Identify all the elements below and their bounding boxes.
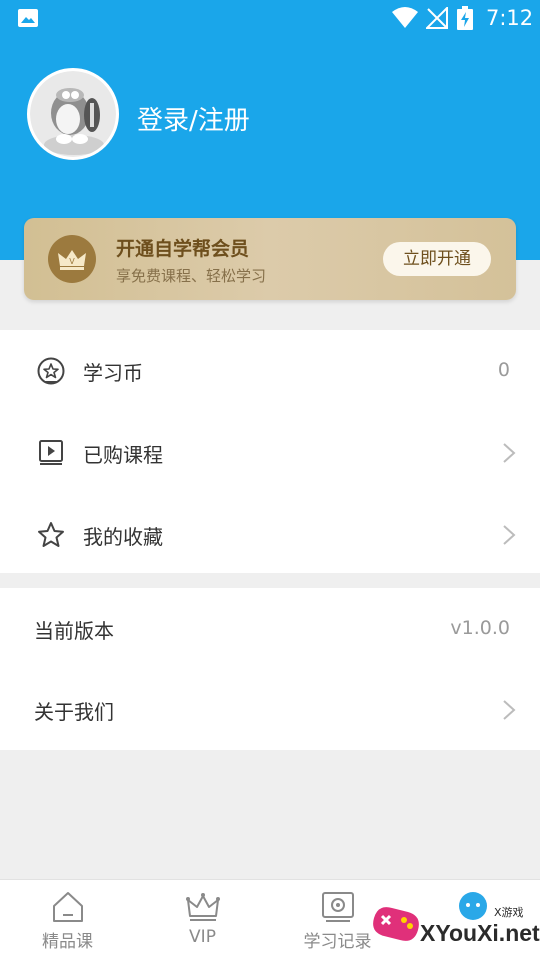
watermark-text: XYouXi.net (420, 920, 540, 946)
vip-title: 开通自学帮会员 (116, 238, 250, 260)
coins-value: 0 (497, 359, 510, 381)
coin-star-icon (37, 357, 65, 385)
login-register-link[interactable]: 登录/注册 (137, 100, 250, 137)
vip-banner[interactable]: V 开通自学帮会员 享免费课程、轻松学习 立即开通 (24, 218, 516, 300)
avatar[interactable] (27, 68, 119, 160)
vip-crown-badge: V (48, 235, 96, 283)
record-icon (321, 892, 354, 922)
chevron-right-icon (503, 525, 516, 545)
gamepad-logo-icon (373, 907, 419, 941)
version-value: v1.0.0 (450, 617, 510, 639)
menu-group-account: 学习币 0 已购课程 我的收藏 (0, 330, 540, 573)
purchased-courses-label: 已购课程 (83, 443, 163, 467)
crown-icon: V (58, 250, 86, 270)
menu-item-about[interactable]: 关于我们 (0, 669, 540, 751)
about-label: 关于我们 (34, 700, 114, 724)
wifi-icon (392, 7, 418, 28)
no-signal-icon (426, 7, 448, 29)
version-label: 当前版本 (34, 619, 114, 643)
coins-label: 学习币 (83, 361, 143, 385)
open-vip-button[interactable]: 立即开通 (383, 242, 491, 276)
menu-item-purchased-courses[interactable]: 已购课程 (0, 412, 540, 494)
tab-courses-label: 精品课 (42, 932, 93, 952)
watermark-small-text: X游戏 (494, 906, 524, 919)
site-watermark: X游戏 XYouXi.net (368, 890, 540, 956)
status-time: 7:12 (486, 6, 534, 30)
menu-item-version: 当前版本 v1.0.0 (0, 588, 540, 670)
crown-icon (185, 893, 220, 921)
tab-vip[interactable]: VIP (135, 880, 270, 960)
image-notification-icon (18, 9, 38, 27)
favorites-label: 我的收藏 (83, 525, 163, 549)
home-icon (52, 892, 83, 922)
svg-text:V: V (69, 257, 75, 266)
chevron-right-icon (503, 443, 516, 463)
status-bar: 7:12 (0, 0, 540, 36)
mascot-avatar-icon (30, 71, 116, 157)
tab-vip-label: VIP (189, 927, 216, 947)
chevron-right-icon (503, 700, 516, 720)
menu-item-coins[interactable]: 学习币 0 (0, 330, 540, 412)
menu-item-favorites[interactable]: 我的收藏 (0, 494, 540, 576)
vip-subtitle: 享免费课程、轻松学习 (116, 267, 267, 285)
menu-group-app: 当前版本 v1.0.0 关于我们 (0, 588, 540, 750)
star-icon (38, 522, 64, 547)
battery-charging-icon (457, 6, 473, 30)
video-book-icon (39, 440, 63, 465)
tab-courses[interactable]: 精品课 (0, 880, 135, 960)
